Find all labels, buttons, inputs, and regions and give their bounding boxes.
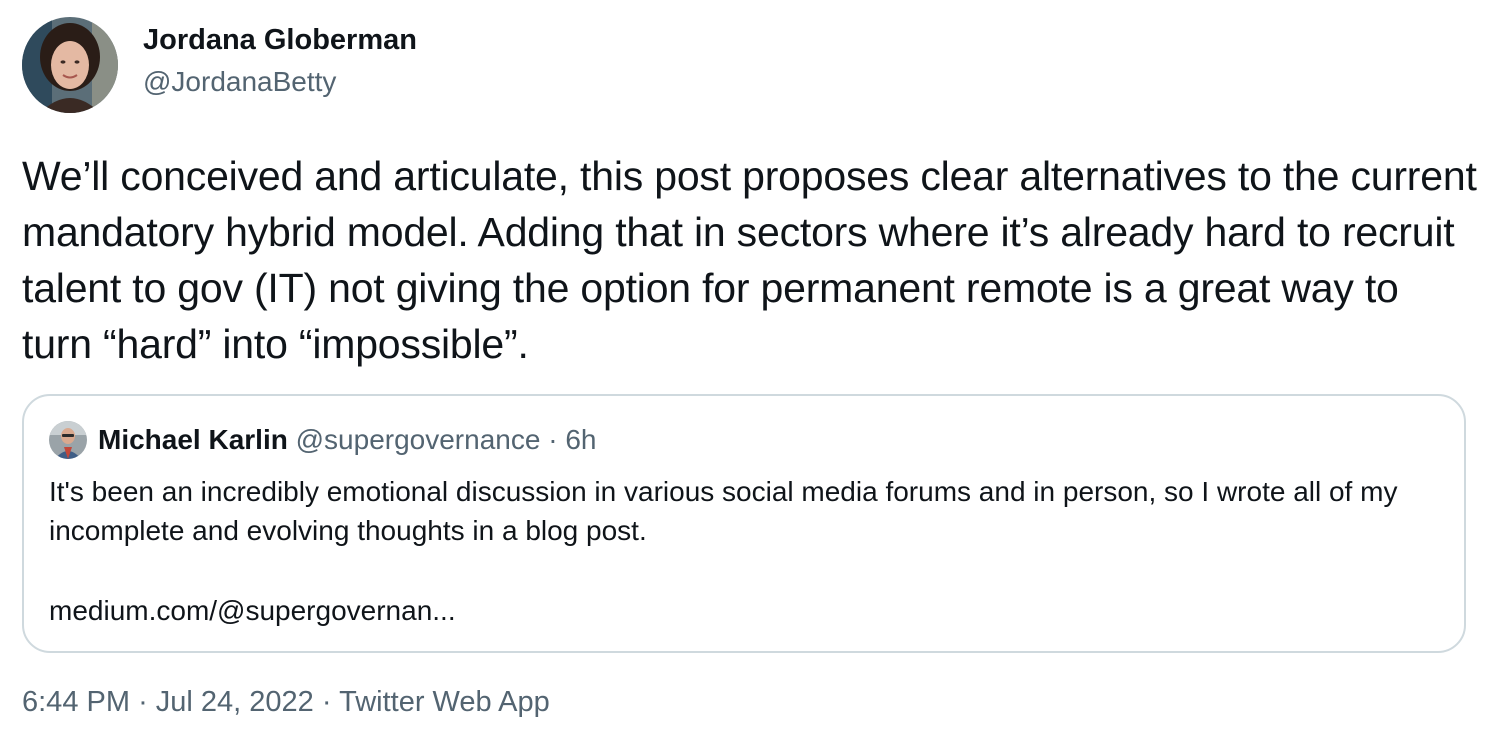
author-handle[interactable]: @JordanaBetty [143,66,336,98]
author-name[interactable]: Jordana Globerman [143,24,417,57]
tweet: Jordana Globerman @JordanaBetty We’ll co… [0,0,1490,748]
tweet-footer: 6:44 PM · Jul 24, 2022 · Twitter Web App [22,686,550,719]
author-avatar-image [22,17,118,113]
quoted-tweet-card[interactable]: Michael Karlin @supergovernance · 6h It'… [22,394,1466,653]
footer-separator: · [138,686,148,718]
quoted-tweet-header: Michael Karlin @supergovernance · 6h [98,424,596,456]
quoted-tweet-text: It's been an incredibly emotional discus… [49,476,1398,546]
tweet-date[interactable]: Jul 24, 2022 [156,686,314,718]
quoted-author-avatar-image [49,421,87,459]
quoted-author-avatar [49,421,87,459]
quoted-meta-separator: · [548,424,558,455]
tweet-time[interactable]: 6:44 PM [22,686,130,718]
footer-separator: · [321,686,332,718]
quoted-tweet-time: 6h [565,424,597,455]
author-avatar[interactable] [22,17,118,113]
quoted-author-handle: @supergovernance [295,424,541,455]
tweet-source[interactable]: Twitter Web App [339,686,550,718]
quoted-author-name: Michael Karlin [98,424,288,455]
quoted-tweet-link: medium.com/@supergovernan... [49,595,456,626]
tweet-text: We’ll conceived and articulate, this pos… [22,153,1477,367]
